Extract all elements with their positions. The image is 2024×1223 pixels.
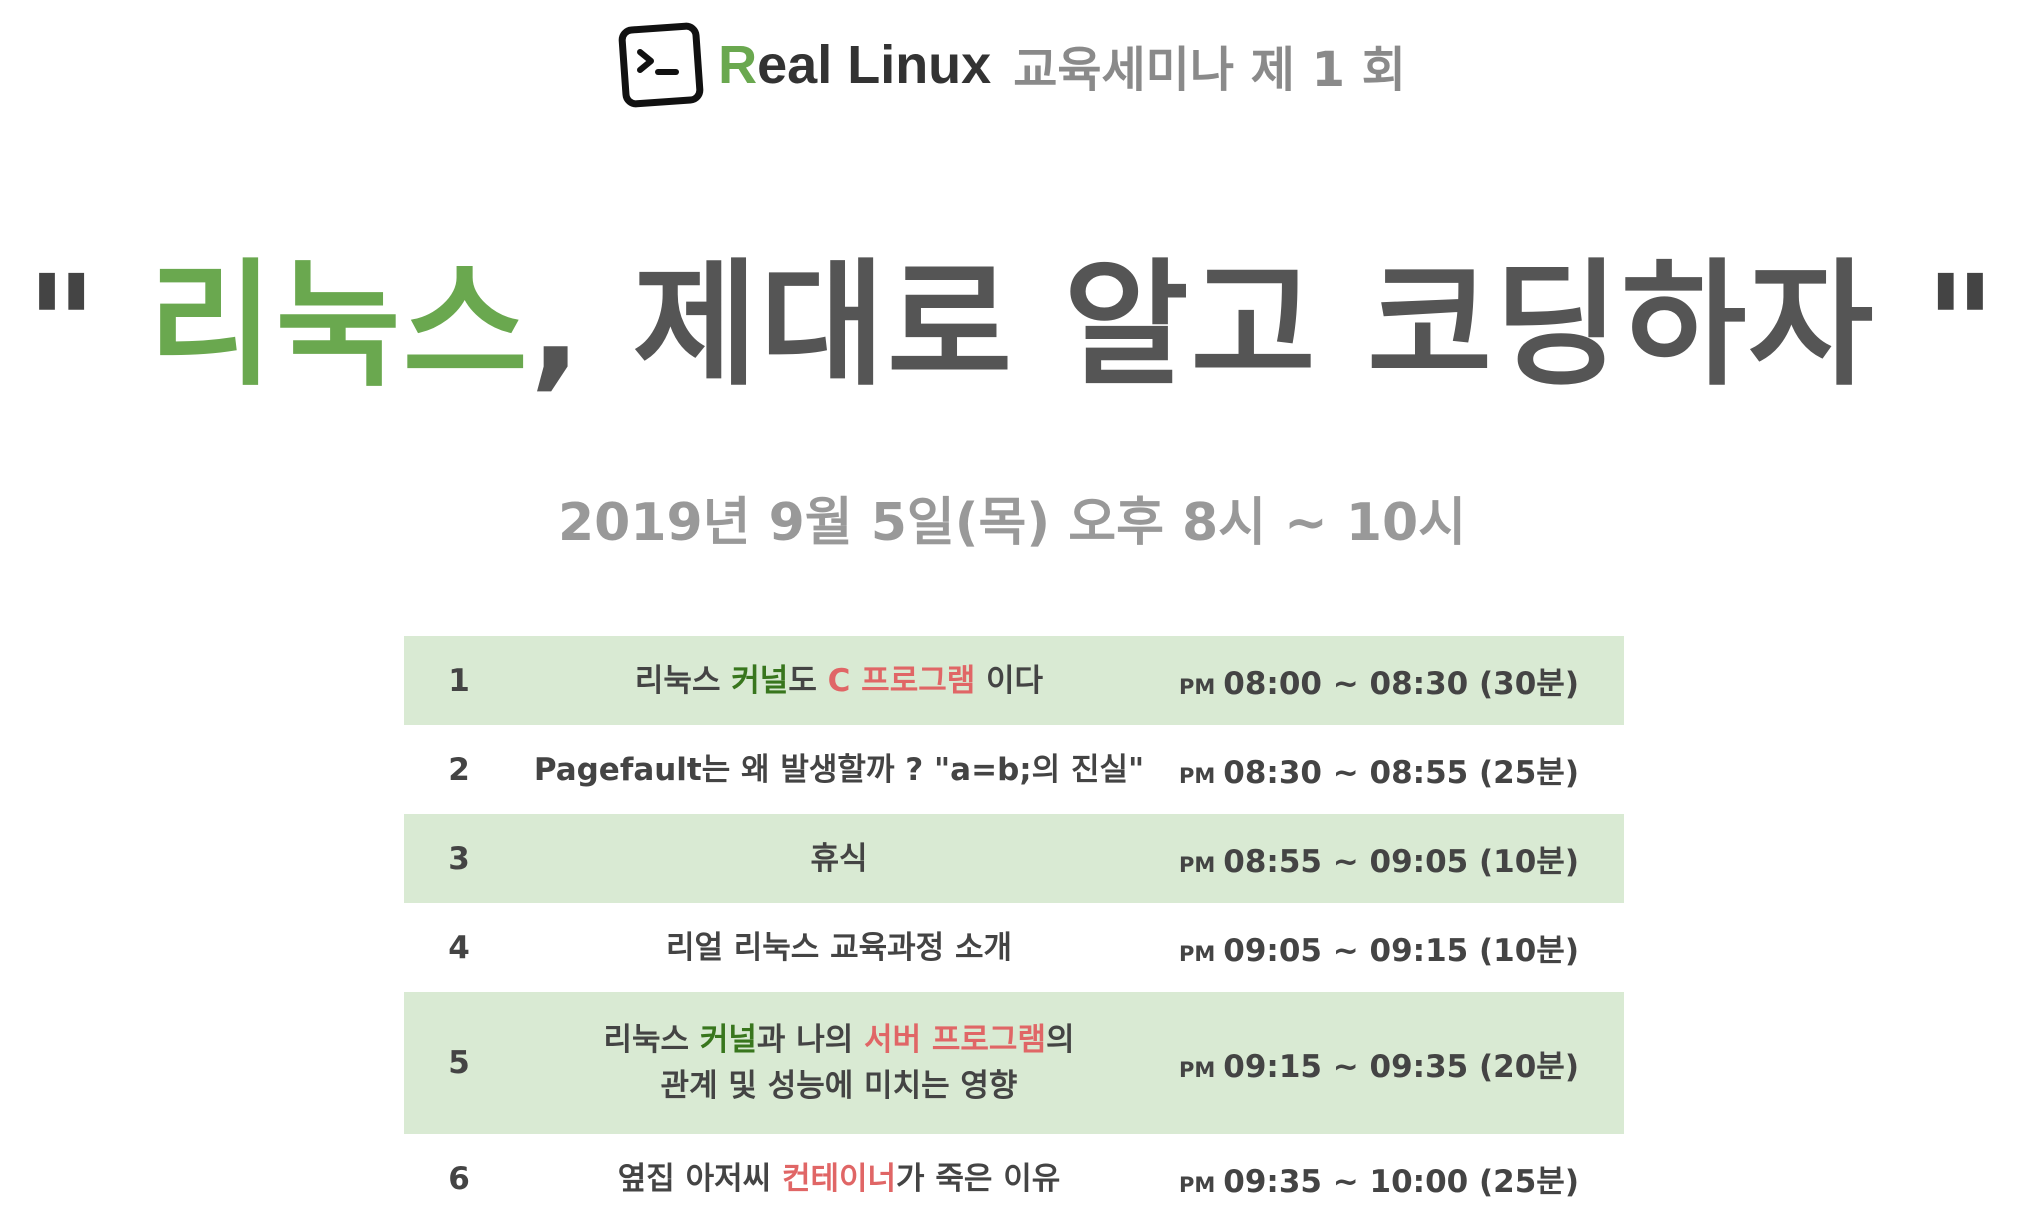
schedule-table: 1 리눅스 커널도 C 프로그램 이다 PM 08:00 ~ 08:30 (30분… <box>404 636 1624 1223</box>
session-topic: 휴식 <box>810 840 868 877</box>
session-time: PM 08:55 ~ 09:05 (10분) <box>1179 844 1579 880</box>
schedule-row: 5 리눅스 커널과 나의 서버 프로그램의 관계 및 성능에 미치는 영향 PM 0… <box>404 992 1624 1134</box>
schedule-row: 3 휴식 PM 08:55 ~ 09:05 (10분) <box>404 814 1624 903</box>
schedule-row: 1 리눅스 커널도 C 프로그램 이다 PM 08:00 ~ 08:30 (30분… <box>404 636 1624 725</box>
session-number: 4 <box>448 929 470 966</box>
session-topic: 리눅스 커널과 나의 서버 프로그램의 관계 및 성능에 미치는 영향 <box>603 1022 1075 1104</box>
session-time: PM 08:30 ~ 08:55 (25분) <box>1179 755 1579 791</box>
brand-name: Real Linux <box>718 35 992 95</box>
session-time: PM 09:15 ~ 09:35 (20분) <box>1179 1048 1579 1085</box>
session-number: 5 <box>448 1045 470 1081</box>
session-topic: 리눅스 커널도 C 프로그램 이다 <box>634 662 1044 699</box>
session-number: 3 <box>448 840 470 877</box>
terminal-icon <box>618 22 704 108</box>
session-time: PM 08:00 ~ 08:30 (30분) <box>1179 666 1579 702</box>
session-number: 2 <box>448 751 470 788</box>
session-number: 1 <box>448 662 470 699</box>
session-topic: Pagefault는 왜 발생할까 ? "a=b;의 진실" <box>533 751 1145 788</box>
page-title: " 리눅스, 제대로 알고 코딩하자 " <box>26 247 1998 405</box>
header: Real Linux 교육세미나 제 1 회 <box>0 22 2024 108</box>
schedule-row: 4 리얼 리눅스 교육과정 소개 PM 09:05 ~ 09:15 (10분) <box>404 903 1624 992</box>
seminar-label: 교육세미나 제 1 회 <box>1013 42 1406 98</box>
session-time: PM 09:05 ~ 09:15 (10분) <box>1179 933 1579 969</box>
schedule-row: 6 옆집 아저씨 컨테이너가 죽은 이유 PM 09:35 ~ 10:00 (25… <box>404 1134 1624 1223</box>
session-topic: 리얼 리눅스 교육과정 소개 <box>665 929 1013 966</box>
schedule-row: 2 Pagefault는 왜 발생할까 ? "a=b;의 진실" PM 08:30… <box>404 725 1624 814</box>
session-topic: 옆집 아저씨 컨테이너가 죽은 이유 <box>617 1160 1061 1197</box>
event-date: 2019년 9월 5일(목) 오후 8시 ~ 10시 <box>557 493 1467 553</box>
session-time: PM 09:35 ~ 10:00 (25분) <box>1179 1164 1579 1200</box>
session-number: 6 <box>448 1160 470 1197</box>
